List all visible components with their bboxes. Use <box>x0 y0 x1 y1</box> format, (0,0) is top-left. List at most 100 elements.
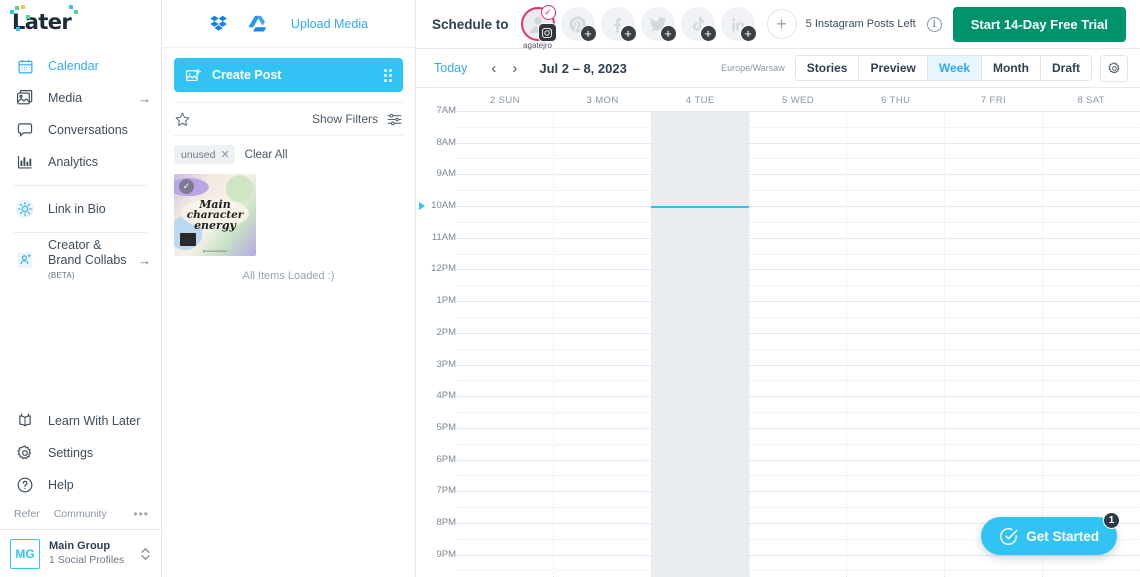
google-drive-icon[interactable] <box>247 13 269 35</box>
next-week-button[interactable]: › <box>504 60 525 77</box>
sidebar-item-analytics[interactable]: Analytics <box>0 146 161 178</box>
get-started-fab[interactable]: Get Started 1 <box>981 512 1120 555</box>
sidebar-item-collabs[interactable]: Creator & Brand Collabs (BETA) → <box>0 238 161 280</box>
hour-row[interactable]: 10AM <box>416 200 1140 238</box>
topbar-right: 5 Instagram Posts Left i Start 14-Day Fr… <box>805 6 1126 42</box>
logo[interactable]: Later <box>0 0 161 42</box>
sidebar-item-learn-with-later[interactable]: Learn With Later <box>0 405 161 437</box>
sidebar-item-settings[interactable]: Settings <box>0 437 161 469</box>
hour-row[interactable]: 2PM <box>416 327 1140 365</box>
more-options-icon[interactable]: ••• <box>133 507 149 521</box>
sidebar-nav: Calendar Media → Conversations Analytics… <box>0 50 161 280</box>
info-icon[interactable]: i <box>926 16 942 32</box>
filters-sliders-icon[interactable] <box>386 111 403 128</box>
start-free-trial-button[interactable]: Start 14-Day Free Trial <box>952 6 1126 42</box>
hour-label: 2PM <box>436 326 456 338</box>
hour-label: 3PM <box>436 358 456 370</box>
clear-all-button[interactable]: Clear All <box>245 149 288 161</box>
hour-row[interactable]: 11AM <box>416 232 1140 270</box>
timezone-label: Europe/Warsaw <box>721 63 785 73</box>
logo-pixel <box>16 27 20 31</box>
community-link[interactable]: Community <box>54 508 107 520</box>
drag-handle-icon[interactable] <box>384 68 392 82</box>
day-header: 8 SAT <box>1077 95 1106 106</box>
view-tab-stories[interactable]: Stories <box>795 56 860 80</box>
hour-row[interactable]: 4PM <box>416 390 1140 428</box>
calendar-toolbar: Today ‹ › Jul 2 – 8, 2023 Europe/Warsaw … <box>416 49 1140 88</box>
add-social-profile-button[interactable]: + <box>766 9 797 39</box>
sidebar-item-label: Settings <box>48 445 94 460</box>
hour-row[interactable]: 5PM <box>416 422 1140 460</box>
sidebar-divider <box>14 232 147 233</box>
social-profile-tiktok[interactable]: + <box>680 7 717 42</box>
media-thumbnail[interactable]: Main character energy @lovelacewriter ✓ <box>174 174 256 256</box>
filter-chip-label: unused <box>181 148 216 161</box>
sidebar-item-conversations[interactable]: Conversations <box>0 114 161 146</box>
filter-chip-unused[interactable]: unused ✕ <box>174 145 235 164</box>
hour-row[interactable]: 9PM <box>416 549 1140 577</box>
show-filters-button[interactable]: Show Filters <box>312 112 378 126</box>
collabs-icon <box>14 249 36 271</box>
sidebar-item-label: Link in Bio <box>48 201 106 216</box>
thumbnail-selected-check[interactable]: ✓ <box>179 179 194 194</box>
hour-label: 12PM <box>431 263 456 275</box>
today-button[interactable]: Today <box>434 61 467 75</box>
account-name: Main Group <box>49 540 111 553</box>
hour-label: 11AM <box>431 231 456 243</box>
calendar-icon <box>14 55 36 77</box>
dropbox-icon[interactable] <box>209 13 231 35</box>
refer-community-row: Refer Community ••• <box>0 501 161 529</box>
sidebar-item-calendar[interactable]: Calendar <box>0 50 161 82</box>
calendar-settings-button[interactable] <box>1100 54 1128 82</box>
hour-row[interactable]: 3PM <box>416 359 1140 397</box>
sidebar-item-help[interactable]: Help <box>0 469 161 501</box>
add-profile-icon[interactable]: + <box>619 25 637 42</box>
media-panel: Upload Media Create Post Show Filters un… <box>162 0 416 577</box>
view-tab-draft[interactable]: Draft <box>1040 56 1091 80</box>
previous-week-button[interactable]: ‹ <box>483 60 504 77</box>
view-tab-week[interactable]: Week <box>927 56 982 80</box>
hour-row[interactable]: 9AM <box>416 168 1140 206</box>
add-profile-icon[interactable]: + <box>659 25 677 42</box>
account-switcher[interactable]: MG Main Group 1 Social Profiles <box>0 529 161 577</box>
view-tab-preview[interactable]: Preview <box>859 56 928 80</box>
create-post-label: Create Post <box>212 68 282 82</box>
sidebar-item-label: Media <box>48 90 83 105</box>
view-tab-month[interactable]: Month <box>982 56 1041 80</box>
hour-row[interactable]: 6PM <box>416 454 1140 492</box>
social-profile-pinterest[interactable]: + <box>560 7 597 42</box>
media-upload-row: Upload Media <box>162 0 415 48</box>
upload-media-link[interactable]: Upload Media <box>291 17 368 31</box>
create-post-button[interactable]: Create Post <box>174 58 403 92</box>
calendar-body[interactable]: 7AM 8AM 9AM 10AM 11AM 12PM 1PM 2PM 3PM 4… <box>416 105 1140 577</box>
social-profile-facebook[interactable]: + <box>600 7 637 42</box>
add-profile-icon[interactable]: + <box>739 25 757 42</box>
app-root: Later Calendar Media → Conversations Ana… <box>0 0 1140 577</box>
refer-link[interactable]: Refer <box>14 508 40 520</box>
chevron-right-icon: → <box>138 90 151 106</box>
hour-row[interactable]: 12PM <box>416 263 1140 301</box>
hour-label: 4PM <box>436 390 456 402</box>
sidebar-item-label: Analytics <box>48 154 99 169</box>
sidebar-item-label: Conversations <box>48 122 128 137</box>
social-profile-twitter[interactable]: + <box>640 7 677 42</box>
chevron-updown-icon[interactable] <box>140 545 151 563</box>
hour-row[interactable]: 1PM <box>416 295 1140 333</box>
star-icon[interactable] <box>174 111 191 128</box>
social-profile-linkedin[interactable]: + <box>720 7 757 42</box>
media-icon <box>14 87 36 109</box>
logo-text: Later <box>12 10 72 34</box>
calendar-view-controls: Europe/Warsaw Stories Preview Week Month… <box>721 54 1128 82</box>
sidebar-item-media[interactable]: Media → <box>0 82 161 114</box>
media-filter-row: Show Filters <box>174 102 403 136</box>
add-profile-icon[interactable]: + <box>579 25 597 42</box>
hour-row[interactable]: 7AM <box>416 105 1140 143</box>
sidebar-item-label: Learn With Later <box>48 413 141 428</box>
posts-left-label: 5 Instagram Posts Left <box>805 18 916 30</box>
connected-check-icon: ✓ <box>540 5 556 20</box>
sidebar-item-link-in-bio[interactable]: Link in Bio <box>0 193 161 225</box>
add-profile-icon[interactable]: + <box>699 25 717 42</box>
hour-row[interactable]: 8AM <box>416 137 1140 175</box>
social-profile-instagram[interactable]: ✓ agatejro <box>520 5 557 50</box>
close-icon[interactable]: ✕ <box>220 148 229 161</box>
